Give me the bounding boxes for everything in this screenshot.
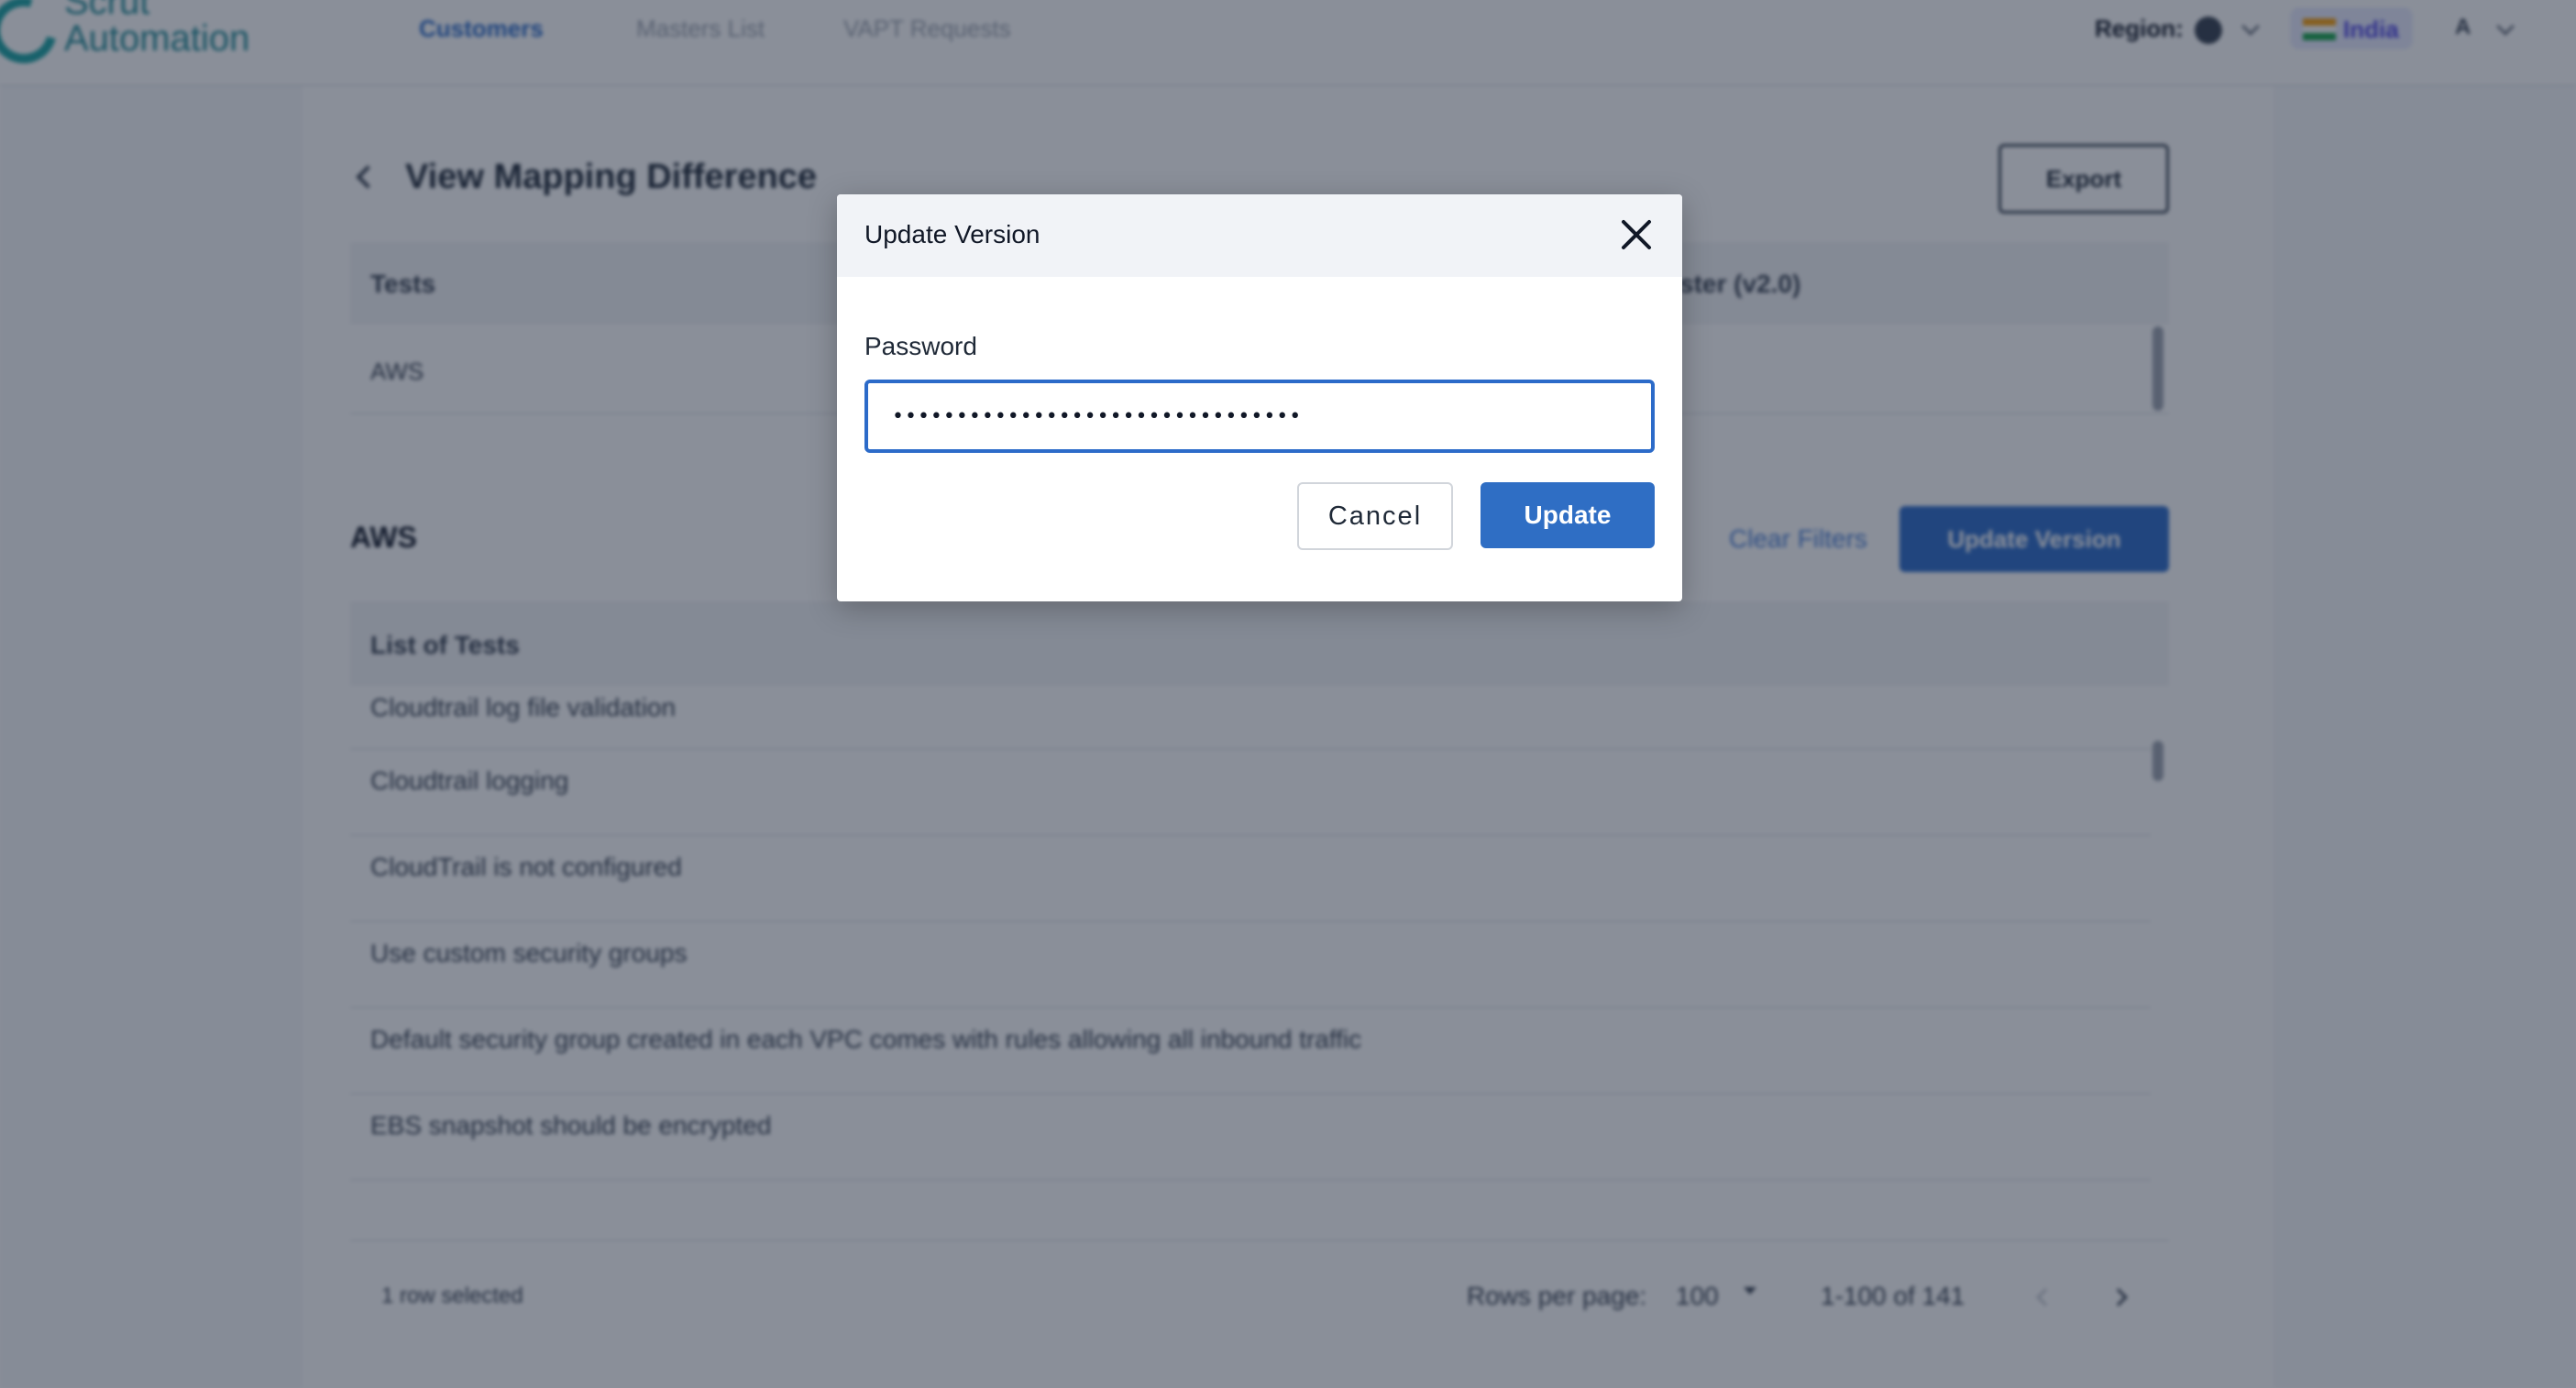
- close-icon: [1622, 220, 1651, 249]
- dialog-title: Update Version: [864, 220, 1040, 248]
- close-button[interactable]: [1613, 211, 1660, 259]
- update-version-dialog: Update Version Password Cancel Update: [837, 194, 1682, 601]
- password-input[interactable]: [864, 380, 1655, 453]
- dialog-header: Update Version: [837, 194, 1682, 277]
- cancel-button[interactable]: Cancel: [1297, 482, 1453, 550]
- update-button[interactable]: Update: [1481, 482, 1655, 548]
- password-label: Password: [864, 332, 977, 360]
